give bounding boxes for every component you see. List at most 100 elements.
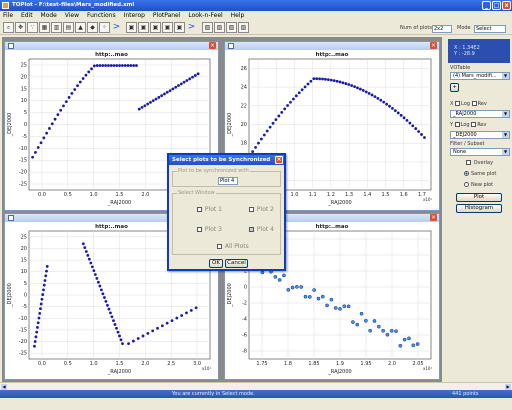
rev-x-checkbox[interactable] (471, 101, 477, 106)
add-button[interactable]: + (450, 83, 459, 92)
plot-select-checkbox[interactable] (8, 215, 14, 221)
data-point (316, 296, 321, 301)
plot3-checkbox[interactable] (197, 227, 202, 232)
y-tick-label: -5 (22, 304, 27, 310)
plot-close-icon[interactable]: × (430, 214, 437, 221)
plot1-checkbox[interactable] (197, 207, 202, 212)
overlay-checkbox[interactable] (466, 160, 471, 165)
menu-functions[interactable]: Functions (87, 12, 116, 19)
layout-icon[interactable]: ▣ (162, 22, 173, 33)
filter-select[interactable]: None ▼ (450, 148, 510, 156)
same-plot-radio[interactable] (464, 171, 469, 176)
data-point (40, 297, 44, 301)
x-tick-label: 1.5 (116, 361, 124, 367)
y-tick-label: 20 (21, 246, 27, 252)
data-point (118, 64, 121, 67)
plot2-option[interactable]: Plot 2 (249, 206, 274, 213)
new-plot-option[interactable]: New plot (464, 182, 493, 188)
plot3-option[interactable]: Plot 3 (197, 226, 222, 233)
arrow-icon[interactable]: > (186, 22, 197, 33)
layout-icon[interactable]: ▣ (126, 22, 137, 33)
sync-plot-select[interactable]: Plot 4 (218, 177, 238, 185)
menu-help[interactable]: Help (231, 12, 245, 19)
data-point (364, 90, 368, 94)
menu-look-n-feel[interactable]: Look-n-Feel (188, 12, 222, 19)
data-point (143, 104, 147, 108)
x-column-select[interactable]: _RAJ2000 ▼ (450, 110, 510, 118)
plot-select-checkbox[interactable] (228, 43, 234, 49)
data-point (156, 326, 159, 330)
y-tick-label: 10 (21, 269, 27, 275)
close-button[interactable]: x (502, 1, 511, 10)
layout-icon[interactable]: ▣ (138, 22, 149, 33)
all-plots-checkbox[interactable] (217, 244, 222, 249)
grid-icon[interactable]: ▦ (39, 22, 50, 33)
overlay-option[interactable]: Overlay (466, 160, 493, 166)
layout-icon[interactable]: ▣ (174, 22, 185, 33)
menu-mode[interactable]: Mode (41, 12, 57, 19)
plot-header: × (5, 42, 218, 50)
arrow-icon[interactable]: > (111, 22, 122, 33)
votable-select[interactable]: (4) Mars_modifi... ▼ (450, 72, 510, 80)
diamond-icon[interactable]: ◆ (87, 22, 98, 33)
dialog-close-icon[interactable]: × (275, 156, 283, 164)
mode-select[interactable]: Select (474, 25, 506, 33)
plot-button[interactable]: Plot (456, 193, 502, 202)
data-point (286, 104, 289, 107)
data-point (119, 338, 123, 342)
y-tick-label: 22 (241, 103, 247, 109)
plot4-checkbox[interactable] (249, 227, 254, 232)
title-bar: TOPlot - F:\test-files\Mars_modified.xml… (0, 0, 512, 11)
plot-close-icon[interactable]: × (209, 42, 216, 49)
minimize-button[interactable]: _ (482, 1, 491, 10)
pan-icon[interactable]: ✥ (15, 22, 26, 33)
menu-view[interactable]: View (65, 12, 79, 19)
dots-icon[interactable]: ⁘ (99, 22, 110, 33)
num-plots-select[interactable]: 2x2 (432, 25, 452, 33)
x-axis-label: _RAJ2000 (327, 369, 351, 375)
menu-plotpanel[interactable]: PlotPanel (153, 12, 181, 19)
triangle-icon[interactable]: ▲ (75, 22, 86, 33)
menu-interop[interactable]: Interop (124, 12, 145, 19)
all-plots-option[interactable]: All Plots (217, 243, 249, 250)
maximize-button[interactable]: □ (492, 1, 501, 10)
log-x-checkbox[interactable] (455, 101, 461, 106)
scatter-icon[interactable]: ∵ (27, 22, 38, 33)
y-column-select[interactable]: _DEJ2000 ▼ (450, 131, 510, 139)
data-point (45, 265, 49, 268)
data-point (34, 335, 38, 339)
data-point (411, 124, 415, 128)
plot-close-icon[interactable]: × (430, 42, 437, 49)
layout-icon[interactable]: ▧ (238, 22, 249, 33)
plot-select-checkbox[interactable] (8, 43, 14, 49)
rev-y-checkbox[interactable] (471, 122, 477, 127)
layout-icon[interactable]: ▧ (214, 22, 225, 33)
y-tick-label: -10 (19, 146, 27, 152)
menu-edit[interactable]: Edit (21, 12, 33, 19)
data-point (179, 82, 183, 86)
ok-button[interactable]: OK (209, 259, 223, 268)
data-point (90, 67, 93, 71)
table-icon[interactable]: ▤ (63, 22, 74, 33)
zoom-icon[interactable]: ⌕ (3, 22, 14, 33)
horizontal-scrollbar[interactable]: ◀ ▶ (0, 382, 512, 390)
plot4-option[interactable]: Plot 4 (249, 226, 274, 233)
cancel-button[interactable]: Cancel (225, 259, 248, 268)
menu-file[interactable]: File (3, 12, 13, 19)
layout-icon[interactable]: ▧ (226, 22, 237, 33)
data-point (295, 284, 299, 289)
x-tick-label: 1.2 (327, 192, 335, 198)
histogram-icon[interactable]: ▥ (51, 22, 62, 33)
same-plot-option[interactable]: Same plot (464, 171, 496, 177)
data-point (338, 80, 342, 84)
plot2-checkbox[interactable] (249, 207, 254, 212)
sync-target-group: Plot to be synchronized with Plot 4 (172, 168, 281, 187)
layout-icon[interactable]: ▧ (202, 22, 213, 33)
layout-icon[interactable]: ▣ (150, 22, 161, 33)
log-y-checkbox[interactable] (454, 122, 460, 127)
data-point (411, 343, 416, 348)
plot1-option[interactable]: Plot 1 (197, 206, 222, 213)
plot-title: http:..mao (316, 52, 349, 58)
new-plot-radio[interactable] (464, 182, 469, 187)
histogram-button[interactable]: Histogram (456, 204, 502, 213)
